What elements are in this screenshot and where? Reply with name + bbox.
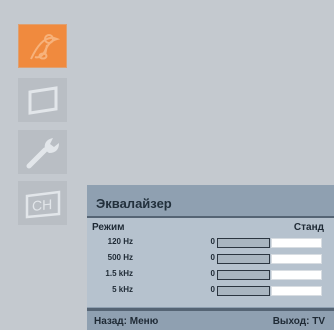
band-row-500hz[interactable]: 500 Hz 0 [87,253,334,265]
sidebar-item-channels[interactable]: CH [18,181,67,225]
band-slider-track[interactable] [217,238,270,248]
mode-value: Станд [293,222,324,233]
wrench-icon [26,138,59,169]
panel-title: Эквалайзер [96,196,172,211]
music-note-icon [29,34,60,60]
band-slider-track[interactable] [217,270,270,280]
sidebar-item-setup[interactable] [18,130,67,174]
band-slider-level [271,270,322,280]
sidebar-item-sound[interactable] [18,24,67,68]
band-slider-track[interactable] [217,254,270,264]
band-value: 0 [210,269,215,278]
band-slider-level [271,254,322,264]
exit-hint: Выход: TV [272,316,325,327]
band-frequency: 5 kHz [112,285,133,294]
band-slider-track[interactable] [217,286,270,296]
band-slider-level [271,286,322,296]
band-frequency: 120 Hz [107,237,133,246]
channel-icon: CH [25,190,60,219]
mode-label: Режим [92,222,125,233]
band-frequency: 1.5 kHz [105,269,133,278]
equalizer-panel: Эквалайзер Режим Станд 120 Hz 0 500 Hz 0… [87,185,334,330]
divider [87,308,334,311]
band-row-5khz[interactable]: 5 kHz 0 [87,285,334,297]
band-value: 0 [210,237,215,246]
sidebar-item-picture[interactable] [18,78,67,122]
back-hint: Назад: Меню [94,316,159,327]
mode-row[interactable]: Режим Станд [92,222,324,234]
tv-screen-icon [28,86,57,115]
svg-text:CH: CH [32,196,52,214]
band-frequency: 500 Hz [107,253,133,262]
band-row-120hz[interactable]: 120 Hz 0 [87,237,334,249]
band-value: 0 [210,285,215,294]
band-slider-level [271,238,322,248]
panel-footer: Назад: Меню Выход: TV [87,312,334,330]
band-value: 0 [210,253,215,262]
equalizer-body: Режим Станд 120 Hz 0 500 Hz 0 1.5 kHz 0 … [87,218,334,307]
band-row-1-5khz[interactable]: 1.5 kHz 0 [87,269,334,281]
